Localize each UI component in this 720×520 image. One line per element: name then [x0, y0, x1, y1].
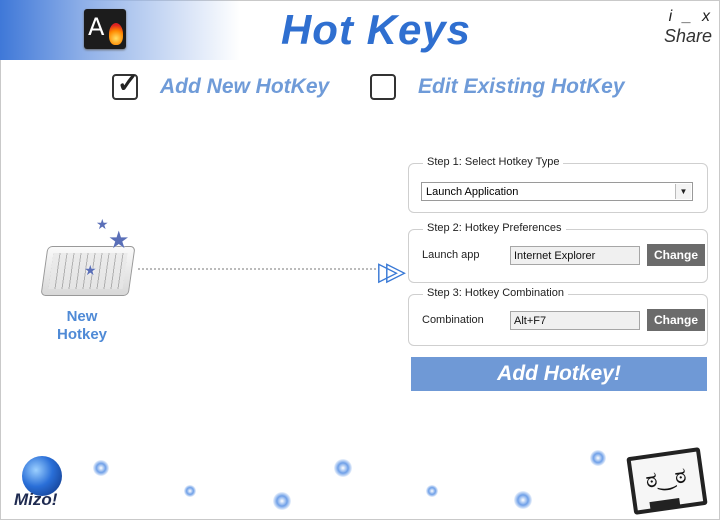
tab-add-label: Add New HotKey: [160, 75, 330, 98]
glow-dot: [184, 485, 196, 497]
star-icon: ★: [108, 227, 130, 254]
share-button[interactable]: Share: [664, 26, 712, 47]
step3-title: Step 3: Hotkey Combination: [423, 287, 568, 299]
glow-dot: [273, 492, 291, 510]
star-icon: ★: [96, 216, 109, 232]
minimize-button[interactable]: _: [683, 8, 692, 25]
hotkey-type-select[interactable]: Launch Application ▼: [421, 182, 693, 201]
launch-app-label: Launch app: [422, 249, 480, 261]
step3-group: Step 3: Hotkey Combination Combination A…: [408, 287, 708, 346]
step1-group: Step 1: Select Hotkey Type Launch Applic…: [408, 156, 708, 213]
add-hotkey-button[interactable]: Add Hotkey!: [411, 357, 707, 391]
tab-edit-label: Edit Existing HotKey: [418, 75, 625, 98]
monitor-face: ಠ‿ಠ: [644, 463, 689, 494]
brand-logo: Mizo!: [14, 490, 58, 509]
glow-dot: [514, 491, 532, 509]
launch-app-field: Internet Explorer: [510, 246, 640, 265]
new-hotkey-label: New Hotkey: [56, 308, 108, 343]
change-combination-button[interactable]: Change: [647, 309, 705, 331]
glow-dot: [93, 460, 109, 476]
combination-field: Alt+F7: [510, 311, 640, 330]
close-button[interactable]: x: [702, 8, 710, 25]
checkbox-icon[interactable]: ✓: [112, 68, 139, 100]
step2-group: Step 2: Hotkey Preferences Launch app In…: [408, 222, 708, 283]
step1-title: Step 1: Select Hotkey Type: [423, 156, 564, 168]
info-button[interactable]: i: [669, 8, 673, 25]
dotted-connector: [138, 268, 376, 270]
glow-dot: [426, 485, 438, 497]
change-app-button[interactable]: Change: [647, 244, 705, 266]
window-controls: i _ x: [663, 8, 710, 26]
hotkey-type-value: Launch Application: [426, 186, 519, 198]
app-title: Hot Keys: [280, 6, 472, 53]
step2-title: Step 2: Hotkey Preferences: [423, 222, 566, 234]
glow-dot: [334, 459, 352, 477]
tab-edit-existing-hotkey[interactable]: Edit Existing HotKey: [370, 74, 625, 100]
tab-add-new-hotkey[interactable]: ✓ Add New HotKey: [112, 68, 330, 100]
combination-label: Combination: [422, 314, 484, 326]
dropdown-arrow-icon[interactable]: ▼: [675, 184, 691, 199]
checkmark-icon: ✓: [117, 68, 139, 98]
checkbox-icon[interactable]: [370, 74, 396, 100]
double-arrow-icon: ▷▷: [378, 256, 406, 286]
star-icon: ★: [84, 262, 97, 278]
glow-dot: [590, 450, 606, 466]
